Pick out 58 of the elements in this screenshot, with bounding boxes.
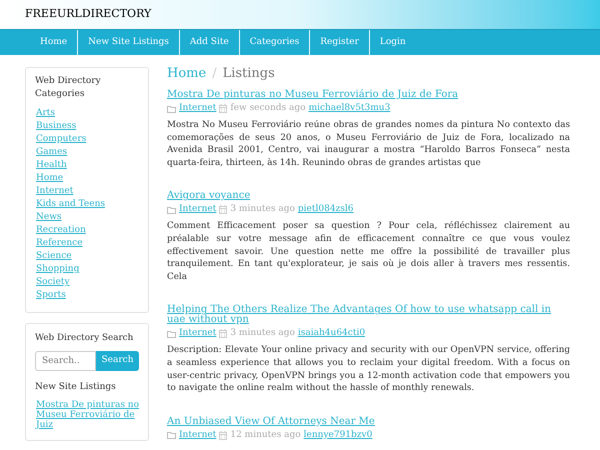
search-button[interactable]: Search <box>96 351 139 371</box>
user-link[interactable]: lennye791bzv0 <box>304 428 372 442</box>
listing-description: Comment Efficacement poser sa question ? Pour cela, réfléchissez clairement au préalable sur votre message afin de efficacement connaître ce que vous voulez effectivement savoir. Une question nette me offre la possibilité de travailler plus tranquilement. En tant qu'explorateur, je sais où je dois aller à travers mes ressentis. Cela <box>167 220 570 284</box>
listing-description: Mostra No Museu Ferroviário reúne obras de grandes nomes da pintura No contexto das comemorações de seus 20 anos, o Museu Ferroviário de Juiz de Fora, localizado na Avenida Brasil 2001, Centro, vai inaugurar a mostra “Haroldo Barros Fonseca” nesta quarta-feira, thirteen, às 14h. Reunindo obras de grandes artistas que <box>167 119 570 170</box>
user-link[interactable]: michael8v5t3mu3 <box>308 102 390 115</box>
category-link[interactable]: Shopping <box>36 263 80 276</box>
nav-link[interactable]: Categories <box>240 30 310 55</box>
site-title[interactable]: FREEURLDIRECTORY <box>25 6 152 23</box>
calendar-icon <box>219 430 228 440</box>
category-link[interactable]: Internet <box>179 203 216 216</box>
category-link[interactable]: Science <box>36 250 72 263</box>
listing-title-link[interactable]: Mostra De pinturas no Museu Ferroviário de Juiz de Fora <box>167 90 570 100</box>
category-link[interactable]: Sports <box>36 289 66 302</box>
panel-title: Web Directory Search <box>35 332 134 345</box>
nav-link[interactable]: Login <box>370 30 416 55</box>
listing-link[interactable]: Mostra De pinturas no Museu Ferroviário de Juiz <box>35 400 139 430</box>
category-link[interactable]: Home <box>36 172 64 185</box>
nav-link[interactable]: New Site Listings <box>78 30 180 55</box>
nav-link[interactable]: Add Site <box>180 30 240 55</box>
search-field[interactable]: Search.. <box>35 351 96 371</box>
nav-link[interactable]: Home <box>30 30 78 55</box>
post-time: 12 minutes ago <box>230 428 301 442</box>
post-time: 3 minutes ago <box>230 327 295 340</box>
category-link[interactable]: Internet <box>179 102 216 115</box>
user-link[interactable]: pietl084zsl6 <box>298 203 354 216</box>
folder-icon <box>167 206 176 214</box>
breadcrumb-separator: / <box>212 65 217 83</box>
folder-icon <box>167 104 176 112</box>
category-link[interactable]: Business <box>36 120 76 133</box>
category-link[interactable]: Internet <box>36 185 74 198</box>
calendar-icon <box>219 329 228 338</box>
category-link[interactable]: Internet <box>179 428 216 442</box>
breadcrumb-link[interactable]: Home <box>167 65 206 83</box>
category-link[interactable]: Health <box>36 159 67 172</box>
panel-title: Web Directory Categories <box>35 75 102 101</box>
nav-link[interactable]: Register <box>310 30 370 55</box>
listing-title-link[interactable]: An Unbiased View Of Attorneys Near Me <box>167 416 570 427</box>
category-link[interactable]: Kids and Teens <box>36 198 105 211</box>
category-link[interactable]: Computers <box>36 133 86 146</box>
folder-icon <box>167 330 176 338</box>
category-link[interactable]: Internet <box>179 327 216 340</box>
calendar-icon <box>219 205 228 214</box>
category-link[interactable]: Reference <box>36 237 83 250</box>
breadcrumb-current: Listings <box>222 65 275 83</box>
listing-description: Description: Elevate Your online privacy and security with our OpenVPN service, offering a seamless experience that allows you to reclaim your digital freedom. With a focus on user-centric privacy, OpenVPN brings you a 12-month activation code that empowers you to navigate the online realm without the hassle of monthly renewals. <box>167 344 570 395</box>
calendar-icon <box>219 104 228 113</box>
user-link[interactable]: isaiah4u64cti0 <box>298 327 366 340</box>
post-time: 3 minutes ago <box>230 203 295 216</box>
category-link[interactable]: News <box>36 211 62 224</box>
category-link[interactable]: Recreation <box>36 224 86 237</box>
listing-title-link[interactable]: Helping The Others Realize The Advantages Of how to use whatsapp call in uae without vpn <box>167 305 570 326</box>
category-link[interactable]: Games <box>36 146 68 159</box>
panel-title: New Site Listings <box>35 381 117 394</box>
listing-title-link[interactable]: Avigora voyance <box>167 191 570 202</box>
folder-icon <box>167 431 176 440</box>
category-link[interactable]: Arts <box>36 107 56 120</box>
category-link[interactable]: Society <box>36 276 70 289</box>
post-time: few seconds ago <box>230 102 306 115</box>
